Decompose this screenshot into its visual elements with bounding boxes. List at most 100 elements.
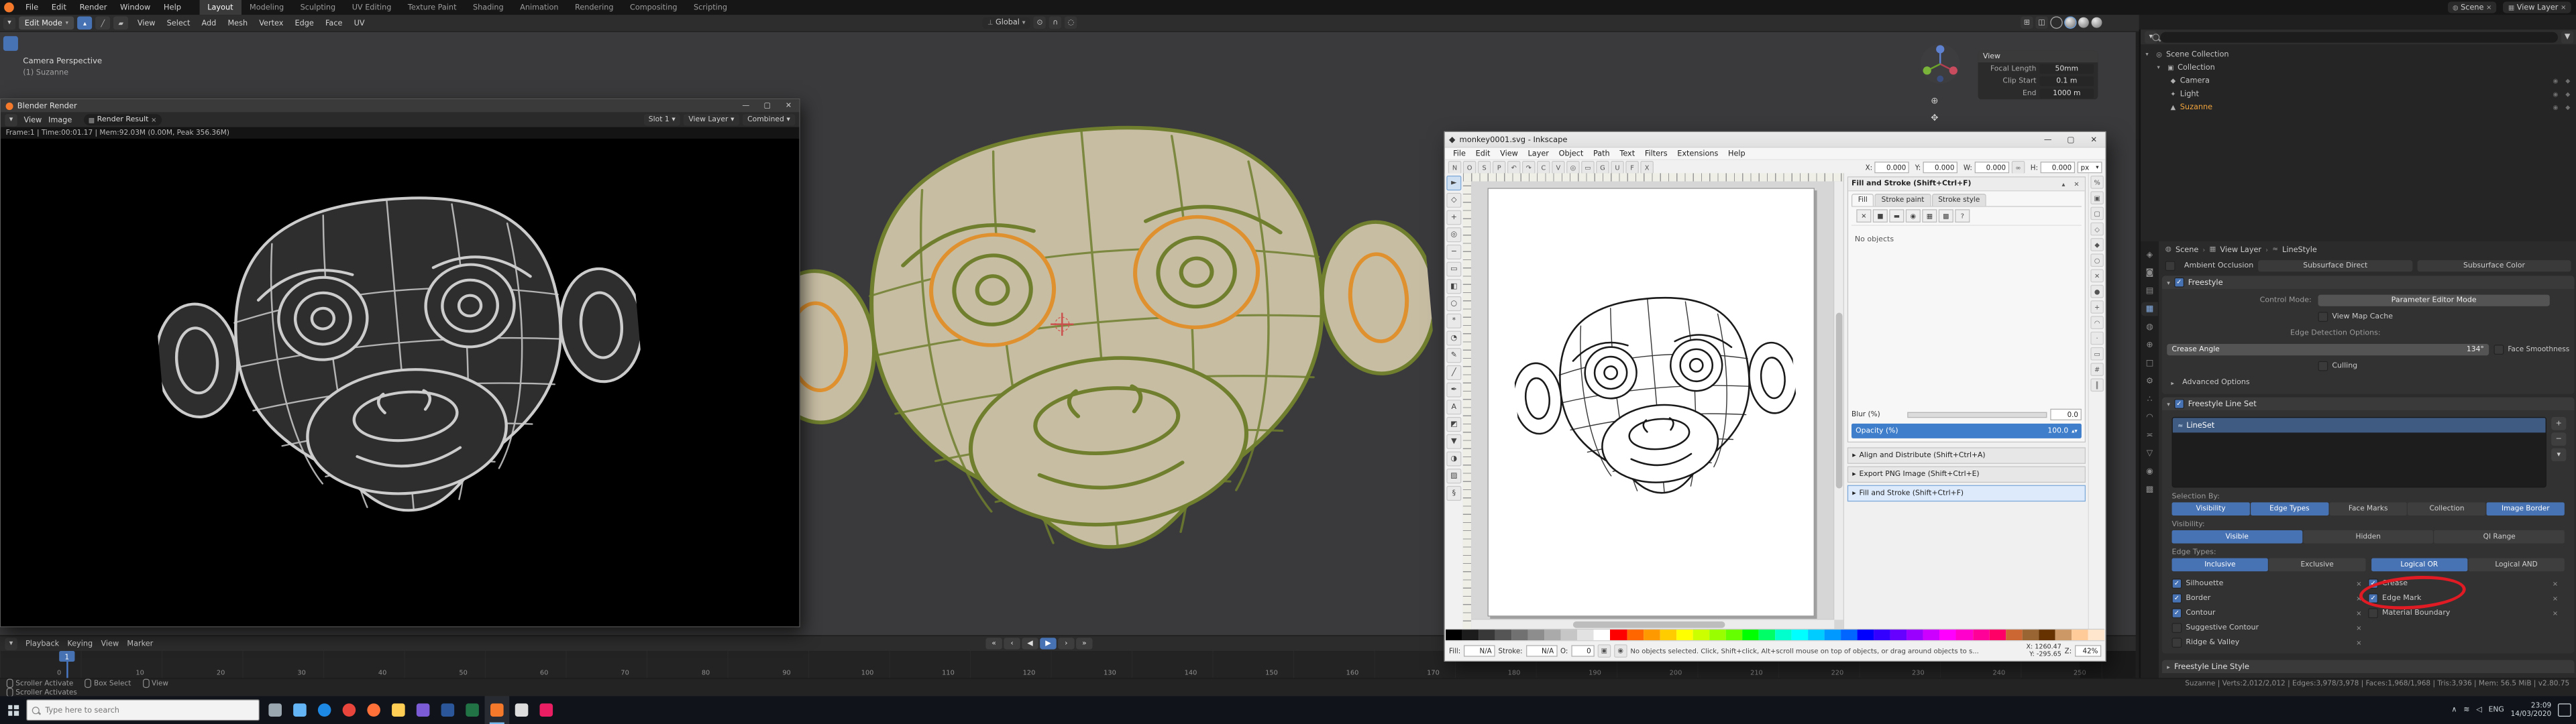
culling-checkbox[interactable] [2318, 361, 2328, 371]
toolbar-save-icon[interactable]: S [1477, 161, 1491, 174]
properties-tab-world[interactable]: ⊕ [2141, 338, 2157, 352]
tool-eraser[interactable]: ▨ [1446, 469, 1462, 484]
stroke-indicator[interactable]: N/A [1525, 644, 1558, 656]
palette-swatch-26[interactable] [1874, 629, 1890, 642]
layer-dropdown[interactable]: View Layer ▾ [684, 114, 739, 126]
edge-type-contour[interactable]: Contour✕ [2171, 606, 2369, 621]
proportional-editing-icon[interactable]: ◌ [1065, 16, 1077, 29]
snap-path-icon[interactable]: ○ [2090, 253, 2104, 267]
snap-midpoint-icon[interactable]: ◠ [2090, 316, 2104, 330]
workspace-tab-uv-editing[interactable]: UV Editing [343, 0, 399, 15]
close-button[interactable]: ✕ [778, 99, 800, 113]
palette-swatch-25[interactable] [1857, 629, 1874, 642]
taskbar-app-edge[interactable] [312, 696, 337, 724]
fill-type-unknown[interactable]: ? [1955, 209, 1970, 223]
snap-intersection-icon[interactable]: ✕ [2090, 269, 2104, 283]
palette-swatch-21[interactable] [1791, 629, 1809, 642]
toolbar-zoom-page-icon[interactable]: ▭ [1581, 161, 1595, 174]
outliner-item-light[interactable]: ✦ Light ◉ ◆ [2141, 87, 2576, 101]
edge-type-ridge-valley[interactable]: Ridge & Valley ✕ [2171, 636, 2369, 650]
disclosure-triangle[interactable]: ▾ [2145, 51, 2152, 58]
snap-page-border-icon[interactable]: ▭ [2090, 347, 2104, 361]
visibility-qi-range[interactable]: QI Range [2434, 530, 2565, 544]
render-window-titlebar[interactable]: Blender Render — ▢ ✕ [1, 99, 800, 113]
snap-smooth-icon[interactable]: + [2090, 300, 2104, 314]
language-indicator[interactable]: ENG [2489, 706, 2504, 714]
shading-rendered-icon[interactable] [2091, 17, 2102, 28]
w-field[interactable]: 0.000 [1974, 162, 2009, 174]
show-overlays-icon[interactable]: ◫ [2035, 16, 2048, 29]
outliner-item-suzanne[interactable]: ▲ Suzanne ◉ ◆ [2141, 100, 2576, 113]
network-icon[interactable]: ≋ [2463, 706, 2469, 714]
freestyle-enable-checkbox[interactable] [2174, 277, 2184, 288]
viewport-menu-mesh[interactable]: Mesh [222, 19, 254, 27]
taskbar-app-firefox[interactable] [362, 696, 386, 724]
collapse-icon[interactable]: ▴ [2059, 180, 2069, 188]
tool-gradient[interactable]: ◩ [1446, 417, 1462, 432]
workspace-tab-compositing[interactable]: Compositing [622, 0, 686, 15]
fill-type-no-paint[interactable]: ✕ [1856, 209, 1872, 223]
maximize-button[interactable]: ▢ [757, 99, 778, 113]
snap-bbox-edge-icon[interactable]: ▢ [2090, 206, 2104, 221]
taskbar-search-input[interactable] [26, 699, 260, 721]
edge-logic-inclusive[interactable]: Inclusive [2171, 558, 2269, 572]
edge-type-suggestive-contour[interactable]: Suggestive Contour ✕ [2171, 621, 2369, 636]
palette-swatch-10[interactable] [1610, 629, 1627, 642]
checkbox-material-boundary[interactable] [2368, 608, 2378, 619]
toolbar-xml-editor-icon[interactable]: X [1640, 161, 1654, 174]
transform-orientation-dropdown[interactable]: ⊥ Global ▾ [982, 17, 1030, 29]
taskbar-app-paint[interactable] [534, 696, 559, 724]
selection-by-image-border[interactable]: Image Border [2486, 502, 2565, 516]
scrollbar-thumb[interactable] [1835, 312, 1843, 489]
visibility-visible[interactable]: Visible [2171, 530, 2302, 544]
properties-tab-render[interactable]: ◙ [2141, 266, 2157, 280]
outliner-item-collection[interactable]: ▾ ▣ Collection [2141, 61, 2576, 74]
viewport-menu-edge[interactable]: Edge [289, 19, 319, 27]
inkscape-menu-object[interactable]: Object [1554, 149, 1588, 158]
remove-lineset-button[interactable]: − [2551, 432, 2567, 446]
properties-tab-texture[interactable]: ▩ [2141, 483, 2157, 497]
checkbox-suggestive-contour[interactable] [2171, 623, 2182, 634]
shading-solid-icon[interactable] [2064, 16, 2077, 29]
palette-swatch-19[interactable] [1758, 629, 1776, 642]
edge-type-border[interactable]: Border✕ [2171, 591, 2369, 606]
palette-swatch-4[interactable] [1511, 629, 1528, 642]
transport-play-reverse-button[interactable]: ◀ [1022, 638, 1038, 650]
checkbox-silhouette[interactable] [2171, 579, 2182, 589]
properties-tab-modifiers[interactable]: ⚙ [2141, 374, 2157, 388]
palette-swatch-34[interactable] [2005, 629, 2023, 642]
toolbar-open-icon[interactable]: O [1462, 161, 1477, 174]
taskbar-app-photos[interactable] [411, 696, 435, 724]
workspace-tab-sculpting[interactable]: Sculpting [292, 0, 343, 15]
snap-toggle-icon[interactable]: % [2090, 176, 2104, 189]
fill-type-swatch[interactable]: ▩ [1938, 209, 1953, 223]
timeline-menu-marker[interactable]: Marker [127, 639, 153, 648]
menu-help[interactable]: Help [157, 0, 188, 15]
edge-type-silhouette[interactable]: Silhouette✕ [2171, 577, 2369, 591]
viewport-menu-view[interactable]: View [131, 19, 161, 27]
palette-swatch-6[interactable] [1544, 629, 1561, 642]
dialog-tab-stroke-style[interactable]: Stroke style [1931, 193, 1987, 206]
snap-cusp-icon[interactable]: ● [2090, 284, 2104, 298]
palette-swatch-8[interactable] [1577, 629, 1595, 642]
properties-tab-tool[interactable]: ◈ [2141, 248, 2157, 262]
palette-swatch-20[interactable] [1775, 629, 1792, 642]
filter-icon[interactable]: ▼ [2561, 30, 2574, 44]
palette-swatch-22[interactable] [1808, 629, 1825, 642]
palette-swatch-15[interactable] [1693, 629, 1709, 642]
checkbox-border[interactable] [2171, 593, 2182, 603]
timeline-menu-view[interactable]: View [101, 639, 119, 648]
focal-length-field[interactable]: 50mm [2039, 63, 2094, 74]
palette-swatch-39[interactable] [2088, 629, 2104, 642]
units-dropdown[interactable]: px ▾ [2077, 162, 2102, 174]
inkscape-titlebar[interactable]: ◆ monkey0001.svg - Inkscape — ▢ ✕ [1444, 132, 2106, 148]
palette-swatch-18[interactable] [1741, 629, 1759, 642]
palette-swatch-23[interactable] [1824, 629, 1841, 642]
scrollbar-thumb[interactable] [1572, 621, 1725, 628]
y-field[interactable]: 0.000 [1923, 162, 1958, 174]
palette-swatch-35[interactable] [2022, 629, 2039, 642]
transport-jump-to-start-button[interactable]: « [985, 638, 1002, 650]
hide-in-viewport-icon[interactable]: ◉ [2551, 76, 2561, 84]
disable-in-renders-icon[interactable]: ◆ [2563, 90, 2573, 97]
advanced-options-label[interactable]: Advanced Options [2182, 378, 2249, 386]
